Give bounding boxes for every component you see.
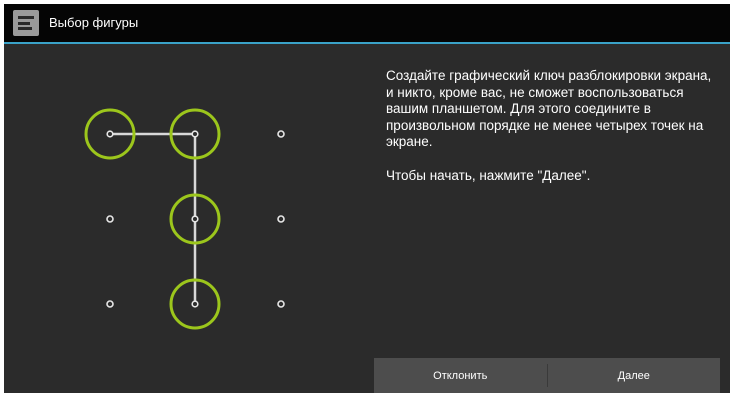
pattern-dot-9[interactable] — [277, 300, 285, 308]
pattern-dot-3[interactable] — [277, 130, 285, 138]
pattern-path — [108, 132, 197, 306]
pattern-dot-1[interactable] — [106, 130, 114, 138]
instructions-paragraph-2: Чтобы начать, нажмите "Далее". — [386, 167, 591, 183]
instructions-text: Создайте графический ключ разблокировки … — [386, 68, 722, 184]
next-button[interactable]: Далее — [548, 358, 721, 393]
pattern-dot-4[interactable] — [106, 215, 114, 223]
pattern-dot-7[interactable] — [106, 300, 114, 308]
pattern-dot-8[interactable] — [191, 300, 199, 308]
pattern-dot-6[interactable] — [277, 215, 285, 223]
unlock-pattern-grid[interactable] — [4, 44, 358, 393]
pattern-dot-2[interactable] — [191, 130, 199, 138]
settings-sliders-icon — [13, 10, 39, 36]
title-bar: Выбор фигуры — [4, 4, 730, 44]
pattern-dot-5[interactable] — [191, 215, 199, 223]
button-bar: Отклонить Далее — [374, 358, 720, 393]
instructions-paragraph-1: Создайте графический ключ разблокировки … — [386, 68, 712, 149]
app-window: Выбор фигуры Создайте графический ключ р… — [4, 4, 730, 393]
window-title: Выбор фигуры — [49, 15, 139, 30]
cancel-button[interactable]: Отклонить — [374, 358, 547, 393]
